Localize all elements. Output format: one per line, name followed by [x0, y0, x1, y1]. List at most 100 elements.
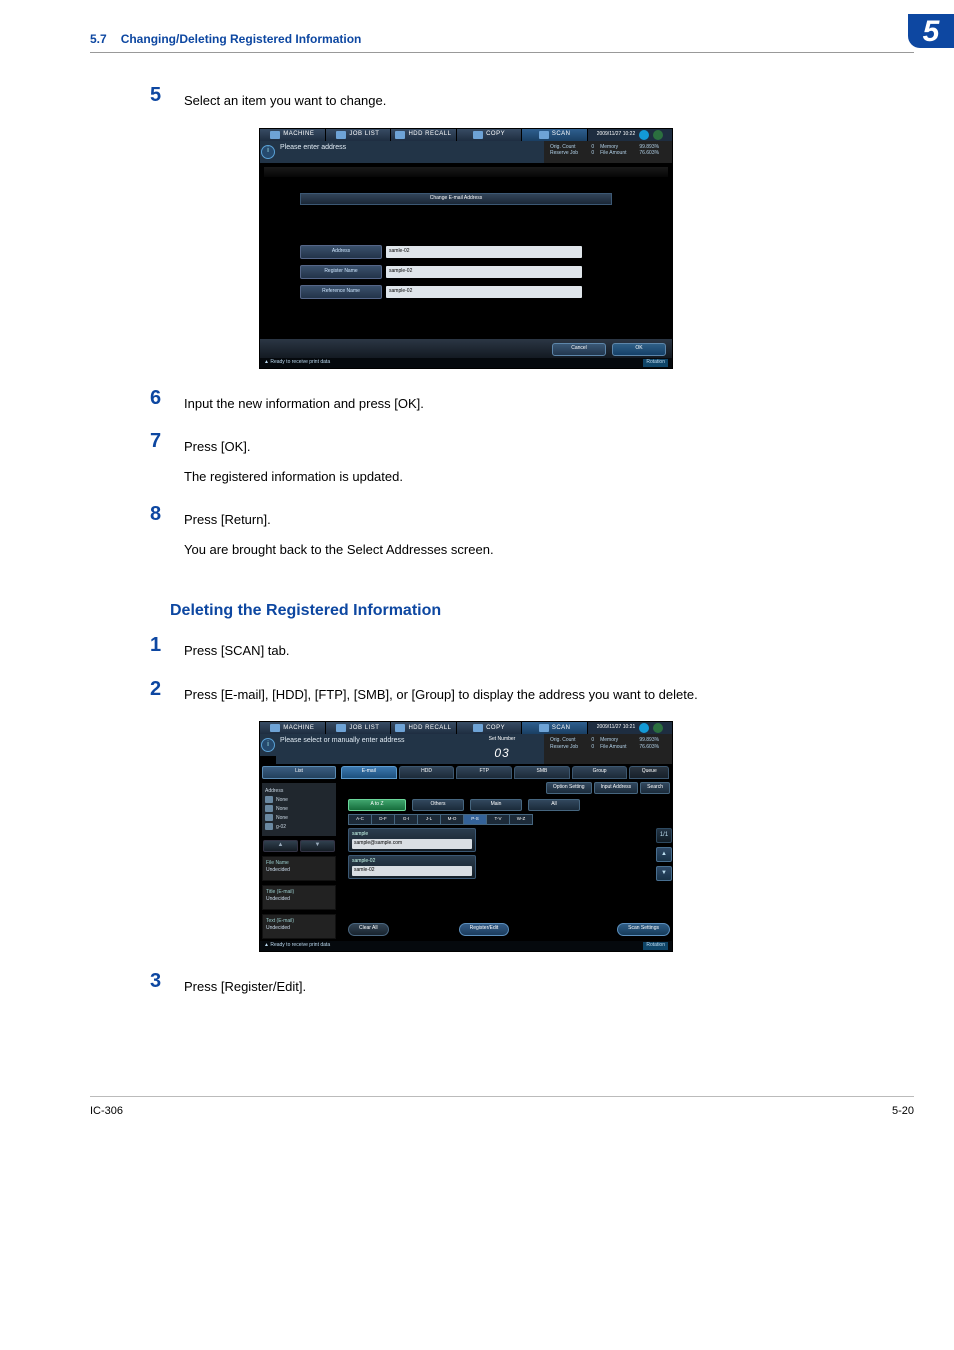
- help-icon[interactable]: [639, 723, 649, 733]
- type-ftp[interactable]: FTP: [456, 766, 512, 779]
- scroll-up[interactable]: ▲: [656, 847, 672, 862]
- section-number: 5.7: [90, 30, 107, 48]
- help-icon[interactable]: [639, 130, 649, 140]
- ok-button[interactable]: OK: [612, 343, 666, 356]
- cancel-button[interactable]: Cancel: [552, 343, 606, 356]
- step-text: Press [Register/Edit].: [184, 977, 914, 997]
- type-email[interactable]: E-mail: [341, 766, 397, 779]
- reference-name-button[interactable]: Reference Name: [300, 285, 382, 299]
- step-8: 8 Press [Return]. You are brought back t…: [150, 502, 914, 569]
- datetime: 2009/11/27 10:21: [588, 722, 672, 734]
- ftp-icon: [265, 796, 273, 803]
- address-item-1[interactable]: sample sample@sample.com: [348, 828, 476, 852]
- tab-machine[interactable]: MACHINE: [260, 129, 326, 141]
- step-text: Input the new information and press [OK]…: [184, 394, 914, 414]
- list-button[interactable]: List: [262, 766, 336, 779]
- address-value: samle-02: [386, 246, 582, 258]
- info-circle-icon: i: [260, 734, 276, 756]
- step-7: 7 Press [OK]. The registered information…: [150, 429, 914, 496]
- register-name-button[interactable]: Register Name: [300, 265, 382, 279]
- screenshot-select-address: MACHINE JOB LIST HDD RECALL COPY SCAN 20…: [260, 722, 672, 951]
- tab-copy[interactable]: COPY: [457, 722, 523, 734]
- alpha-ac[interactable]: A-C: [348, 814, 371, 825]
- alpha-df[interactable]: D-F: [371, 814, 394, 825]
- tab-hdd-recall[interactable]: HDD RECALL: [391, 129, 457, 141]
- type-queue[interactable]: Queue: [629, 766, 669, 779]
- filter-main[interactable]: Main: [470, 799, 522, 811]
- info-icon[interactable]: [653, 723, 663, 733]
- tab-copy[interactable]: COPY: [457, 129, 523, 141]
- prompt-message: Please select or manually enter address: [276, 734, 460, 764]
- search-button[interactable]: Search: [640, 782, 670, 794]
- lock-icon: ▲: [264, 359, 269, 365]
- tab-scan[interactable]: SCAN: [522, 129, 588, 141]
- alpha-ps[interactable]: P-S: [463, 814, 486, 825]
- hdd-icon: [395, 724, 405, 732]
- title-email-box[interactable]: Title (E-mail) Undecided: [262, 885, 336, 910]
- status-panel: Orig. Count0Memory99.893% Reserve Job0Fi…: [544, 734, 672, 764]
- hdd-icon: [395, 131, 405, 139]
- delete-step-3: 3 Press [Register/Edit].: [150, 969, 914, 1007]
- step-num: 1: [150, 633, 184, 671]
- tab-joblist[interactable]: JOB LIST: [326, 129, 392, 141]
- tab-joblist[interactable]: JOB LIST: [326, 722, 392, 734]
- joblist-icon: [336, 131, 346, 139]
- step-num: 3: [150, 969, 184, 1007]
- step-num: 8: [150, 502, 184, 569]
- step-text: Press [OK].: [184, 437, 914, 457]
- status-text: Ready to receive print data: [270, 942, 330, 948]
- lock-icon: ▲: [264, 942, 269, 948]
- input-address[interactable]: Input Address: [594, 782, 639, 794]
- left-up-button[interactable]: ▲: [263, 840, 298, 852]
- scan-icon: [539, 724, 549, 732]
- step-num: 6: [150, 386, 184, 424]
- status-panel: Orig. Count0Memory99.893% Reserve Job0Fi…: [544, 141, 672, 163]
- reference-name-value: sample-02: [386, 286, 582, 298]
- machine-icon: [270, 131, 280, 139]
- clear-all-button[interactable]: Clear All: [348, 923, 389, 936]
- alpha-tv[interactable]: T-V: [486, 814, 509, 825]
- left-down-button[interactable]: ▼: [300, 840, 335, 852]
- address-button[interactable]: Address: [300, 245, 382, 259]
- step-text: Press [SCAN] tab.: [184, 641, 914, 661]
- option-setting[interactable]: Option Setting: [546, 782, 592, 794]
- step-text: Press [Return].: [184, 510, 914, 530]
- group-icon: [265, 823, 273, 830]
- step-text: Select an item you want to change.: [184, 91, 914, 111]
- hdd-icon: [265, 805, 273, 812]
- tab-scan[interactable]: SCAN: [522, 722, 588, 734]
- step-num: 5: [150, 83, 184, 121]
- step-6: 6 Input the new information and press [O…: [150, 386, 914, 424]
- scan-settings-button[interactable]: Scan Settings: [617, 923, 670, 936]
- joblist-icon: [336, 724, 346, 732]
- scroll-down[interactable]: ▼: [656, 866, 672, 881]
- filter-others[interactable]: Others: [412, 799, 464, 811]
- footer-left: IC-306: [90, 1103, 123, 1120]
- rotation-indicator: Rotation: [643, 942, 668, 950]
- section-title: Changing/Deleting Registered Information: [121, 30, 362, 48]
- address-item-2[interactable]: sample-02 samle-02: [348, 855, 476, 879]
- page-header: 5.7 Changing/Deleting Registered Informa…: [90, 30, 914, 48]
- alpha-wz[interactable]: W-Z: [509, 814, 533, 825]
- step-text-sub: The registered information is updated.: [184, 467, 914, 487]
- filter-a-to-z[interactable]: A to Z: [348, 799, 406, 811]
- alpha-jl[interactable]: J-L: [417, 814, 440, 825]
- text-email-box[interactable]: Text (E-mail) Undecided: [262, 914, 336, 939]
- type-group[interactable]: Group: [572, 766, 628, 779]
- tab-machine[interactable]: MACHINE: [260, 722, 326, 734]
- type-smb[interactable]: SMB: [514, 766, 570, 779]
- tab-hdd-recall[interactable]: HDD RECALL: [391, 722, 457, 734]
- file-name-box[interactable]: File Name Undecided: [262, 856, 336, 881]
- info-circle-icon: i: [260, 141, 276, 163]
- set-number: Set Number 03: [460, 734, 544, 764]
- step-text: Press [E-mail], [HDD], [FTP], [SMB], or …: [184, 685, 914, 705]
- info-icon[interactable]: [653, 130, 663, 140]
- type-hdd[interactable]: HDD: [399, 766, 455, 779]
- alpha-mo[interactable]: M-O: [440, 814, 463, 825]
- status-text: Ready to receive print data: [270, 359, 330, 365]
- step-num: 7: [150, 429, 184, 496]
- filter-all[interactable]: All: [528, 799, 580, 811]
- alpha-gi[interactable]: G-I: [394, 814, 417, 825]
- chapter-badge: 5: [908, 14, 954, 48]
- register-edit-button[interactable]: Register/Edit: [459, 923, 510, 936]
